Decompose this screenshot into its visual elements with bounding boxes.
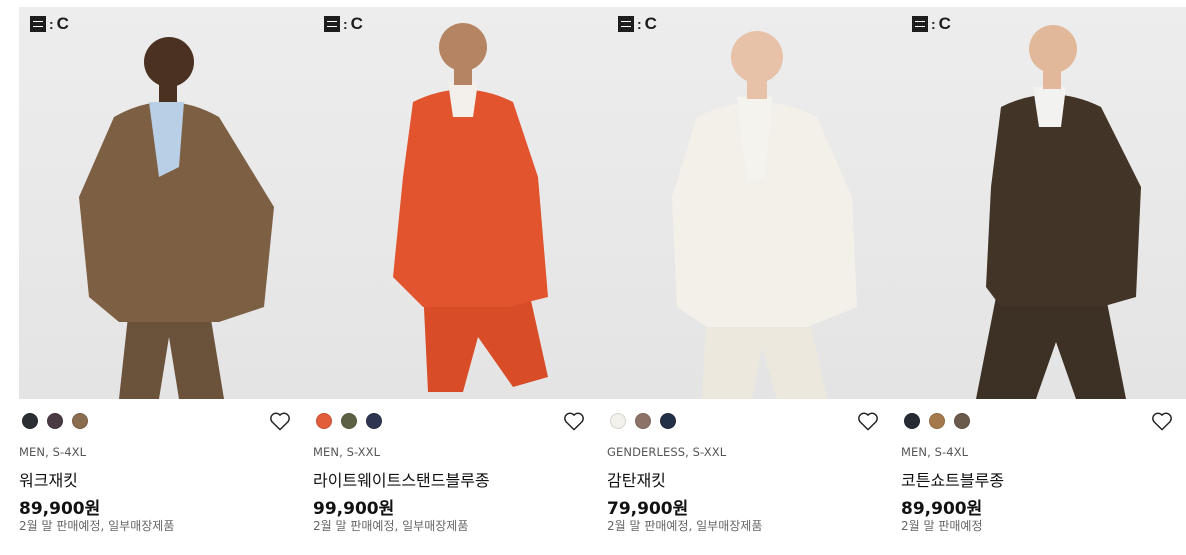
- figure: [393, 23, 548, 392]
- head-shape: [731, 31, 783, 83]
- head-shape: [144, 37, 194, 87]
- product-name[interactable]: 감탄재킷: [607, 467, 666, 491]
- product-category: MEN, S-XXL: [313, 445, 381, 459]
- product-name[interactable]: 워크재킷: [19, 467, 78, 491]
- color-swatches: [313, 411, 607, 431]
- brand-letter: C: [56, 14, 69, 33]
- color-swatch[interactable]: [954, 413, 970, 429]
- availability-note: 2월 말 판매예정, 일부매장제품: [607, 519, 763, 533]
- neck-shape: [747, 79, 767, 99]
- color-swatch[interactable]: [929, 413, 945, 429]
- garment-shape: [393, 89, 548, 307]
- uniqlo-mark-icon: [618, 16, 634, 32]
- product-category: MEN, S-4XL: [901, 445, 969, 459]
- product-name[interactable]: 코튼쇼트블루종: [901, 467, 1004, 491]
- figure: [79, 37, 274, 399]
- product-card[interactable]: : C GENDERLESS, S-XXL 감탄재킷 79,900원 2월 말 …: [607, 7, 901, 555]
- brand-letter: C: [350, 14, 363, 33]
- product-image[interactable]: : C: [607, 7, 901, 399]
- color-swatches: [607, 411, 901, 431]
- brand-logo: : C: [324, 14, 363, 33]
- figure: [976, 25, 1141, 399]
- availability-note: 2월 말 판매예정: [901, 519, 983, 533]
- product-price: 89,900원: [901, 499, 983, 519]
- product-price: 89,900원: [19, 499, 101, 519]
- color-swatch[interactable]: [610, 413, 626, 429]
- shirt-shape: [448, 82, 478, 117]
- uniqlo-mark-icon: [324, 16, 340, 32]
- model-illustration: [672, 31, 857, 399]
- pants-shape: [976, 297, 1126, 399]
- color-swatch[interactable]: [660, 413, 676, 429]
- product-price: 99,900원: [313, 499, 395, 519]
- product-card[interactable]: : C MEN, S-XXL 라이트웨이트스탠드블루종 99,900원 2월 말…: [313, 7, 607, 555]
- heart-icon[interactable]: [563, 411, 585, 431]
- color-swatch[interactable]: [341, 413, 357, 429]
- color-swatch[interactable]: [635, 413, 651, 429]
- product-category: MEN, S-4XL: [19, 445, 87, 459]
- color-swatch[interactable]: [366, 413, 382, 429]
- heart-icon[interactable]: [1151, 411, 1173, 431]
- availability-note: 2월 말 판매예정, 일부매장제품: [313, 519, 469, 533]
- product-name[interactable]: 라이트웨이트스탠드블루종: [313, 467, 490, 491]
- uniqlo-mark-icon: [30, 16, 46, 32]
- model-illustration: [976, 25, 1141, 399]
- neck-shape: [159, 82, 177, 102]
- brand-logo: : C: [618, 14, 657, 33]
- product-image[interactable]: : C: [19, 7, 313, 399]
- color-swatch[interactable]: [904, 413, 920, 429]
- brand-logo: : C: [30, 14, 69, 33]
- model-illustration: [393, 23, 548, 392]
- head-shape: [1029, 25, 1077, 73]
- product-price: 79,900원: [607, 499, 689, 519]
- model-illustration: [79, 37, 274, 399]
- brand-logo: : C: [912, 14, 951, 33]
- color-swatch[interactable]: [316, 413, 332, 429]
- product-image[interactable]: : C: [313, 7, 607, 399]
- brand-letter: C: [938, 14, 951, 33]
- color-swatch[interactable]: [72, 413, 88, 429]
- product-category: GENDERLESS, S-XXL: [607, 445, 727, 459]
- heart-icon[interactable]: [857, 411, 879, 431]
- color-swatch[interactable]: [47, 413, 63, 429]
- color-swatches: [19, 411, 313, 431]
- neck-shape: [454, 67, 472, 85]
- color-swatch[interactable]: [22, 413, 38, 429]
- uniqlo-mark-icon: [912, 16, 928, 32]
- neck-shape: [1043, 69, 1061, 89]
- color-swatches: [901, 411, 1186, 431]
- availability-note: 2월 말 판매예정, 일부매장제품: [19, 519, 175, 533]
- figure: [672, 31, 857, 399]
- product-grid: : C MEN, S-4XL 워크재킷 89,900원 2월 말 판매예정, 일…: [0, 0, 1186, 555]
- brand-letter: C: [644, 14, 657, 33]
- head-shape: [439, 23, 487, 71]
- garment-shape: [986, 94, 1141, 307]
- product-card[interactable]: : C MEN, S-4XL 코튼쇼트블루종 89,900원 2월 말 판매예정: [901, 7, 1186, 555]
- heart-icon[interactable]: [269, 411, 291, 431]
- product-card[interactable]: : C MEN, S-4XL 워크재킷 89,900원 2월 말 판매예정, 일…: [19, 7, 313, 555]
- product-image[interactable]: : C: [901, 7, 1186, 399]
